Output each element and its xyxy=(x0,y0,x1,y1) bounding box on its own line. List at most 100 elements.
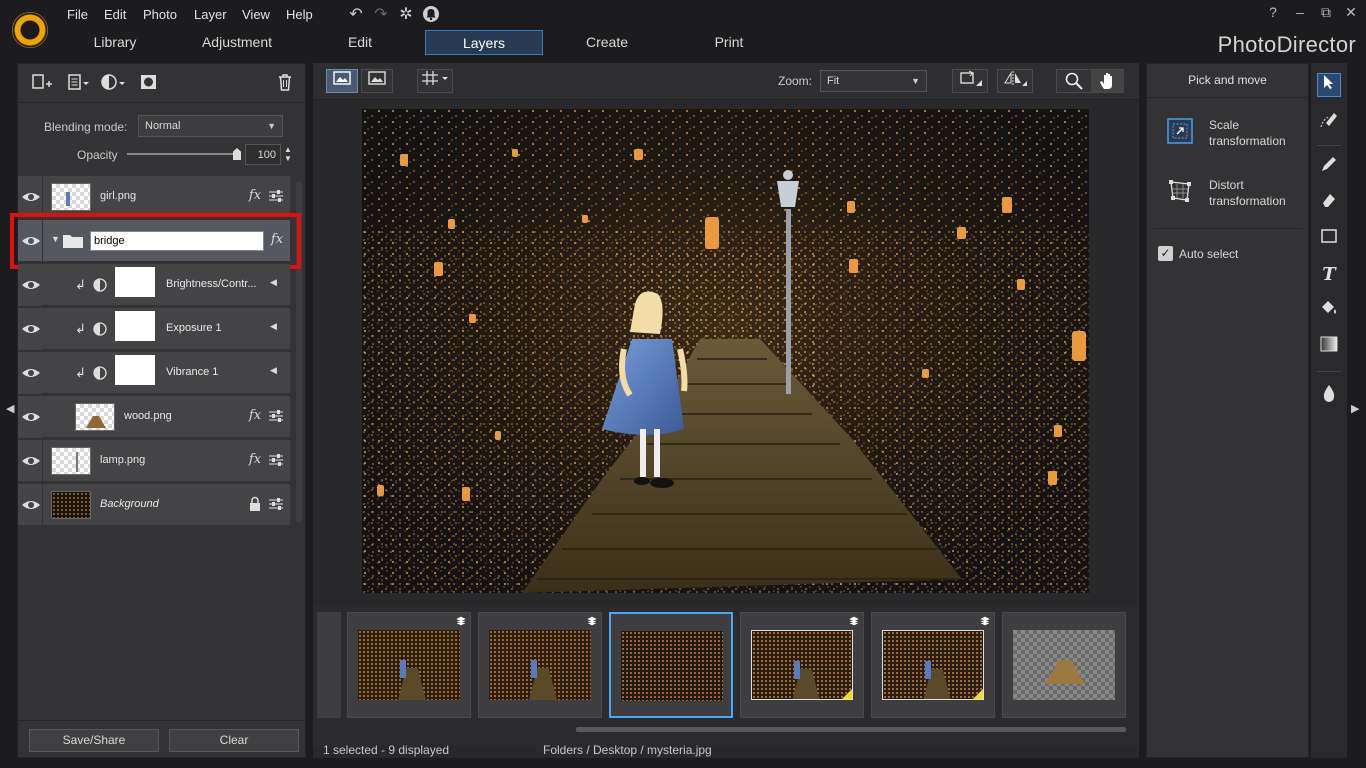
blending-mode-value: Normal xyxy=(145,120,181,132)
layer-properties-icon[interactable] xyxy=(67,72,91,94)
tab-adjustment[interactable]: Adjustment xyxy=(192,30,282,55)
adjustment-layer-icon[interactable] xyxy=(100,72,126,94)
filmstrip-partial-thumb[interactable] xyxy=(317,612,341,718)
clear-button[interactable]: Clear xyxy=(169,729,299,752)
filmstrip-scrollbar[interactable] xyxy=(576,727,1126,732)
visibility-eye-icon[interactable] xyxy=(20,188,42,206)
opacity-input[interactable]: 100 xyxy=(245,144,281,165)
hand-pan-icon[interactable] xyxy=(1091,70,1124,92)
help-button[interactable]: ? xyxy=(1263,4,1283,20)
flip-icon[interactable] xyxy=(997,69,1033,93)
layer-row-wood[interactable]: wood.png fx xyxy=(42,396,290,438)
mask-icon[interactable] xyxy=(139,72,159,94)
undo-icon[interactable]: ↶ xyxy=(346,5,366,25)
pen-icon[interactable] xyxy=(1317,155,1341,179)
layers-panel: Blending mode: Normal ▼ Opacity 100 ▲ ▼ g… xyxy=(10,63,307,758)
layer-row-exposure[interactable]: ↲ Exposure 1 ◀ xyxy=(42,308,290,350)
film-thumb[interactable] xyxy=(347,612,471,718)
distort-transformation-button[interactable]: Distort transformation xyxy=(1155,168,1302,216)
zoom-select[interactable]: Fit ▼ xyxy=(820,70,927,92)
menu-view[interactable]: View xyxy=(242,7,270,22)
film-thumb-selected[interactable] xyxy=(609,612,733,718)
minimize-button[interactable]: – xyxy=(1290,4,1310,20)
collapse-left-icon[interactable]: ◀ xyxy=(6,402,14,416)
rectangle-icon[interactable] xyxy=(1317,227,1341,251)
zoom-value: Fit xyxy=(827,75,840,87)
save-share-button[interactable]: Save/Share xyxy=(29,729,159,752)
layer-settings-sliders-icon[interactable] xyxy=(269,453,283,467)
layer-settings-sliders-icon[interactable] xyxy=(269,189,283,203)
delete-layer-icon[interactable] xyxy=(276,72,294,94)
layer-list: girl.png fx ▼ bridge fx ↲ Brightness/Con… xyxy=(10,176,307,720)
single-view-icon[interactable] xyxy=(326,69,358,93)
scale-transformation-button[interactable]: Scale transformation xyxy=(1155,108,1302,156)
tab-create[interactable]: Create xyxy=(562,30,652,55)
menu-layer[interactable]: Layer xyxy=(194,7,227,22)
tab-edit[interactable]: Edit xyxy=(315,30,405,55)
text-tool-icon[interactable]: T xyxy=(1317,263,1341,287)
brush-selection-icon[interactable] xyxy=(1317,109,1341,133)
restore-button[interactable]: ⧉ xyxy=(1316,4,1336,21)
expand-left-icon[interactable]: ◀ xyxy=(270,277,277,288)
pick-and-move-icon[interactable] xyxy=(1317,73,1341,97)
view-tools xyxy=(1056,69,1124,93)
tab-print[interactable]: Print xyxy=(684,30,774,55)
settings-icon[interactable]: ✲ xyxy=(396,5,416,25)
visibility-eye-icon[interactable] xyxy=(20,364,42,382)
opacity-slider-track[interactable] xyxy=(127,153,237,155)
menu-help[interactable]: Help xyxy=(286,7,313,22)
tab-library[interactable]: Library xyxy=(70,30,160,55)
app-title: PhotoDirector xyxy=(1217,32,1356,57)
redo-icon[interactable]: ↷ xyxy=(371,5,391,25)
film-thumb-image xyxy=(489,630,591,700)
eraser-icon[interactable] xyxy=(1317,191,1341,215)
film-thumb[interactable] xyxy=(478,612,602,718)
gradient-icon[interactable] xyxy=(1317,335,1341,359)
visibility-eye-icon[interactable] xyxy=(20,320,42,338)
close-button[interactable]: ✕ xyxy=(1341,4,1361,21)
menu-file[interactable]: File xyxy=(67,7,88,22)
layer-effects-icon[interactable]: fx xyxy=(246,186,264,206)
opacity-spinner-icon[interactable]: ▲ ▼ xyxy=(284,145,292,163)
blur-drop-icon[interactable] xyxy=(1317,383,1341,407)
layer-effects-icon[interactable]: fx xyxy=(246,406,264,426)
paint-bucket-icon[interactable] xyxy=(1317,299,1341,323)
opacity-slider-thumb[interactable] xyxy=(233,148,241,160)
add-layer-icon[interactable] xyxy=(31,72,53,94)
visibility-eye-icon[interactable] xyxy=(20,408,42,426)
menu-photo[interactable]: Photo xyxy=(143,7,177,22)
blending-mode-select[interactable]: Normal ▼ xyxy=(138,115,283,137)
rotate-icon[interactable] xyxy=(952,69,988,93)
adjustment-icon xyxy=(93,322,107,336)
composited-photo[interactable] xyxy=(362,109,1089,593)
layer-settings-sliders-icon[interactable] xyxy=(269,497,283,511)
film-thumb[interactable] xyxy=(1002,612,1126,718)
layer-row-brightness[interactable]: ↲ Brightness/Contr... ◀ xyxy=(42,264,290,306)
layer-name: girl.png xyxy=(100,190,137,202)
film-thumb-image xyxy=(1013,630,1115,700)
expand-left-icon[interactable]: ◀ xyxy=(270,365,277,376)
layer-effects-icon[interactable]: fx xyxy=(246,450,264,470)
layer-row-background[interactable]: Background xyxy=(18,484,290,526)
compare-view-icon[interactable] xyxy=(361,69,393,93)
tab-layers[interactable]: Layers xyxy=(425,30,543,55)
film-thumb-image xyxy=(358,630,460,700)
visibility-eye-icon[interactable] xyxy=(20,496,42,514)
layer-row-lamp[interactable]: lamp.png fx xyxy=(18,440,290,482)
film-thumb[interactable] xyxy=(871,612,995,718)
auto-select-checkbox[interactable]: ✓ xyxy=(1158,246,1173,261)
visibility-eye-icon[interactable] xyxy=(20,276,42,294)
notification-icon[interactable] xyxy=(421,5,441,25)
lock-icon[interactable] xyxy=(249,496,261,512)
visibility-eye-icon[interactable] xyxy=(20,452,42,470)
layer-settings-sliders-icon[interactable] xyxy=(269,409,283,423)
collapse-right-icon[interactable]: ▶ xyxy=(1351,402,1359,416)
magnifier-icon[interactable] xyxy=(1057,70,1091,92)
layer-row-girl[interactable]: girl.png fx xyxy=(18,176,290,218)
layer-row-vibrance[interactable]: ↲ Vibrance 1 ◀ xyxy=(42,352,290,394)
expand-left-icon[interactable]: ◀ xyxy=(270,321,277,332)
grid-icon[interactable] xyxy=(417,69,453,93)
menu-edit[interactable]: Edit xyxy=(104,7,126,22)
film-thumb[interactable] xyxy=(740,612,864,718)
photo-canvas[interactable] xyxy=(362,109,1089,593)
